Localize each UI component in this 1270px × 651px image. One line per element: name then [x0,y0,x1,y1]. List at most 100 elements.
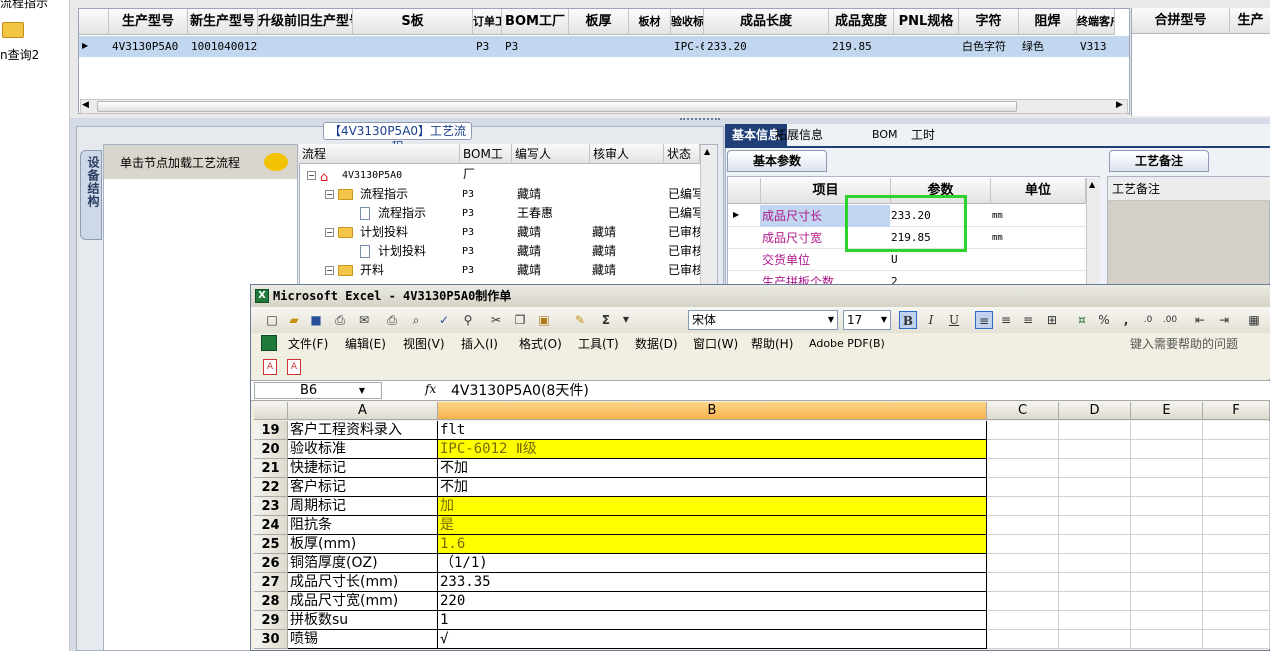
cell-b[interactable]: flt [438,421,987,440]
grid-cell[interactable]: P3 [473,36,502,57]
save-icon[interactable]: ■ [307,311,325,329]
grid-header[interactable]: 终端客户代码 [1077,9,1115,35]
grid-cell[interactable] [569,36,629,57]
param-name[interactable]: 成品尺寸长 [762,205,822,227]
chevron-down-icon[interactable]: ▼ [359,383,365,398]
print-icon[interactable]: ⎙ [383,311,401,329]
tree-node-label[interactable]: 计划投料 [378,242,426,261]
scroll-thumb[interactable] [97,101,1017,112]
grid-cell[interactable] [629,36,671,57]
cell-a[interactable]: 周期标记 [288,497,438,516]
percent-icon[interactable]: % [1095,311,1113,329]
row-header[interactable]: 22 [254,478,288,497]
row-header[interactable]: 20 [254,440,288,459]
tab-extended-info[interactable]: 拓展信息 [768,124,830,146]
cell-empty[interactable] [1131,554,1203,573]
cell-b[interactable]: 233.35 [438,573,987,592]
grid-header[interactable]: 板厚 [569,9,629,35]
grid-header[interactable]: PNL规格 [894,9,959,35]
cell-empty[interactable] [1203,630,1270,649]
cell-a[interactable]: 成品尺寸宽(mm) [288,592,438,611]
tree-header[interactable]: 核审人 [590,144,664,164]
tree-header[interactable]: BOM工厂 [460,144,512,181]
expand-toggle-icon[interactable]: − [325,228,334,237]
cell-empty[interactable] [1059,478,1131,497]
cell-empty[interactable] [987,535,1059,554]
cell-a[interactable]: 喷锡 [288,630,438,649]
row-header[interactable]: 27 [254,573,288,592]
cell-empty[interactable] [1203,554,1270,573]
row-header[interactable]: 26 [254,554,288,573]
param-name[interactable]: 交货单位 [762,249,810,271]
param-scrollbar[interactable]: ▲ [1086,178,1100,286]
cell-empty[interactable] [1059,421,1131,440]
cell-empty[interactable] [1203,478,1270,497]
grid-header[interactable]: 新生产型号 [188,9,258,35]
merge-model-header[interactable]: 合拼型号 [1132,8,1230,34]
row-header[interactable]: 19 [254,421,288,440]
cell-b[interactable]: 不加 [438,478,987,497]
cell-a[interactable]: 验收标准 [288,440,438,459]
grid-cell[interactable]: IPC-6012 Ⅱ级 [671,36,704,57]
cell-empty[interactable] [987,478,1059,497]
menu-item[interactable]: 工具(T) [578,335,619,353]
comma-icon[interactable]: , [1117,311,1135,329]
cell-b[interactable]: √ [438,630,987,649]
format-painter-icon[interactable]: ✎ [571,311,589,329]
excel-title[interactable]: Microsoft Excel - 4V3130P5A0制作单 [251,285,1270,307]
menu-item[interactable]: 格式(O) [519,335,562,353]
cell-empty[interactable] [1059,516,1131,535]
tree-row[interactable]: − 流程指示 P3 藏靖 已编写 [300,185,700,204]
select-all-corner[interactable] [254,402,288,420]
new-icon[interactable]: □ [263,311,281,329]
grid-header[interactable]: 板材 [629,9,671,35]
cell-a[interactable]: 成品尺寸长(mm) [288,573,438,592]
cell-b[interactable]: （1/1) [438,554,987,573]
grid-header[interactable]: 成品长度 [704,9,829,35]
tab-work-hours[interactable]: 工时 [904,124,942,146]
cell-b[interactable]: 1 [438,611,987,630]
grid-header[interactable]: 生产型号 [109,9,188,35]
cell-empty[interactable] [987,440,1059,459]
cell-empty[interactable] [987,516,1059,535]
cell-empty[interactable] [1131,611,1203,630]
menu-item[interactable]: 插入(I) [461,335,498,353]
tab-bom[interactable]: BOM [865,124,905,146]
font-name-select[interactable]: 宋体 ▼ [688,310,838,330]
grid-header[interactable]: 升级前旧生产型号 [258,9,353,35]
process-notes-header[interactable]: 工艺备注 [1108,177,1270,201]
tree-row[interactable]: 计划投料 P3 藏靖 藏靖 已审核 [300,242,700,261]
row-header[interactable]: 24 [254,516,288,535]
bold-button[interactable]: B [899,311,917,329]
email-icon[interactable]: ✉ [355,311,373,329]
grid-cell[interactable]: P3 [502,36,569,57]
cell-empty[interactable] [1131,421,1203,440]
row-header[interactable]: 21 [254,459,288,478]
tree-node-label[interactable]: 流程指示 [378,204,426,223]
menu-item[interactable]: 数据(D) [635,335,678,353]
cell-empty[interactable] [1059,630,1131,649]
decrease-decimal-icon[interactable]: .00 [1161,311,1179,329]
cell-b[interactable]: 220 [438,592,987,611]
grid-cell[interactable] [894,36,959,57]
cell-empty[interactable] [1131,440,1203,459]
cell-empty[interactable] [987,592,1059,611]
cell-empty[interactable] [987,611,1059,630]
param-unit-header[interactable]: 单位 [991,178,1086,204]
cell-empty[interactable] [1203,459,1270,478]
cell-empty[interactable] [987,459,1059,478]
grid-cell[interactable]: 10010400120178 [188,36,258,57]
grid-cell[interactable]: 4V3130P5A0 [109,36,188,57]
cell-empty[interactable] [1131,497,1203,516]
folder-icon[interactable] [2,22,24,38]
param-name[interactable]: 成品尺寸宽 [762,227,822,249]
grid-cell[interactable]: 233.20 [704,36,829,57]
grid-header[interactable]: 成品宽度 [829,9,894,35]
cell-empty[interactable] [1059,573,1131,592]
excel-app-icon[interactable]: X [255,289,269,303]
font-size-select[interactable]: 17 ▼ [843,310,891,330]
horizontal-scrollbar[interactable]: ◀ ▶ [80,99,1128,114]
grid-header[interactable]: 阻焊 [1019,9,1077,35]
menu-item[interactable]: Adobe PDF(B) [809,335,885,353]
cell-empty[interactable] [1131,516,1203,535]
